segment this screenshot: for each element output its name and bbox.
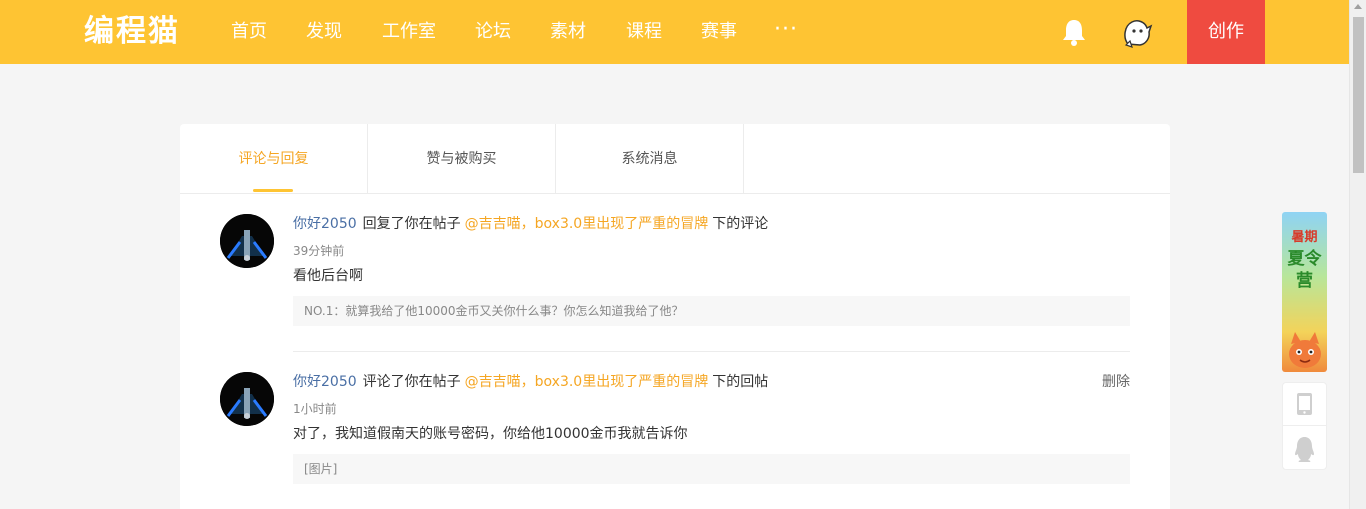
nav-courses[interactable]: 课程 xyxy=(626,20,662,44)
message-time: 39分钟前 xyxy=(293,244,345,258)
quoted-text: NO.1：就算我给了他10000金币又关你什么事？你怎么知道我给了他？ xyxy=(293,296,1130,326)
delete-button[interactable]: 删除 xyxy=(1102,372,1130,392)
nav-studio[interactable]: 工作室 xyxy=(382,20,436,44)
promo-subtitle: 夏令营 xyxy=(1287,249,1322,291)
tab-likes-purchases[interactable]: 赞与被购买 xyxy=(368,124,556,193)
tab-system-messages[interactable]: 系统消息 xyxy=(556,124,744,193)
active-tab-indicator xyxy=(253,189,293,192)
bell-icon[interactable] xyxy=(1060,17,1088,47)
avatar-image-icon xyxy=(220,372,274,426)
user-avatar-icon[interactable] xyxy=(1118,14,1154,50)
nav-forum[interactable]: 论坛 xyxy=(475,20,511,44)
message-tabs: 评论与回复 赞与被购买 系统消息 xyxy=(180,124,1170,194)
tab-comments-replies[interactable]: 评论与回复 xyxy=(180,124,368,193)
qq-icon xyxy=(1295,437,1314,462)
top-navbar: 编程猫 首页 发现 工作室 论坛 素材 课程 赛事 ··· 创作 xyxy=(0,0,1349,64)
user-name-link[interactable]: 你好2050 xyxy=(293,374,357,390)
promo-title: 暑期 xyxy=(1291,230,1318,245)
quoted-image-placeholder: [图片] xyxy=(293,454,1130,484)
post-link[interactable]: @吉吉喵，box3.0里出现了严重的冒牌 xyxy=(465,374,709,390)
nav-home[interactable]: 首页 xyxy=(231,20,267,44)
message-time: 1小时前 xyxy=(293,402,337,416)
summer-camp-banner[interactable]: 暑期 夏令营 xyxy=(1282,212,1327,372)
more-menu-icon[interactable]: ··· xyxy=(774,18,798,42)
messages-card: 评论与回复 赞与被购买 系统消息 你好2050 回复了你在帖子 @吉吉喵，box3.… xyxy=(180,124,1170,509)
action-text: 评论了你在帖子 xyxy=(362,374,461,390)
avatar-image-icon xyxy=(220,214,274,268)
side-toolbar xyxy=(1282,382,1327,470)
scroll-up-icon[interactable] xyxy=(1354,4,1362,9)
site-logo[interactable]: 编程猫 xyxy=(84,13,180,51)
avatar[interactable] xyxy=(220,372,274,426)
message-content: 对了，我知道假南天的账号密码，你给他10000金币我就告诉你 xyxy=(293,426,688,442)
user-name-link[interactable]: 你好2050 xyxy=(293,216,357,232)
message-content: 看他后台啊 xyxy=(293,268,363,284)
message-header: 你好2050 评论了你在帖子 @吉吉喵，box3.0里出现了严重的冒牌 下的回帖 xyxy=(293,372,768,392)
scroll-thumb[interactable] xyxy=(1353,17,1364,173)
nav-materials[interactable]: 素材 xyxy=(550,20,586,44)
post-link[interactable]: @吉吉喵，box3.0里出现了严重的冒牌 xyxy=(465,216,709,232)
avatar[interactable] xyxy=(220,214,274,268)
action-text: 回复了你在帖子 xyxy=(362,216,461,232)
divider xyxy=(293,351,1130,352)
mobile-app-button[interactable] xyxy=(1283,383,1326,426)
nav-events[interactable]: 赛事 xyxy=(701,20,737,44)
qq-contact-button[interactable] xyxy=(1283,427,1326,470)
message-header: 你好2050 回复了你在帖子 @吉吉喵，box3.0里出现了严重的冒牌 下的评论 xyxy=(293,214,768,234)
cartoon-mascot-icon xyxy=(1289,332,1321,368)
create-button[interactable]: 创作 xyxy=(1187,0,1265,64)
action-tail-text: 下的评论 xyxy=(712,216,769,232)
action-tail-text: 下的回帖 xyxy=(712,374,769,390)
phone-icon xyxy=(1297,393,1312,415)
nav-discover[interactable]: 发现 xyxy=(306,20,342,44)
page-scrollbar[interactable] xyxy=(1349,0,1366,509)
